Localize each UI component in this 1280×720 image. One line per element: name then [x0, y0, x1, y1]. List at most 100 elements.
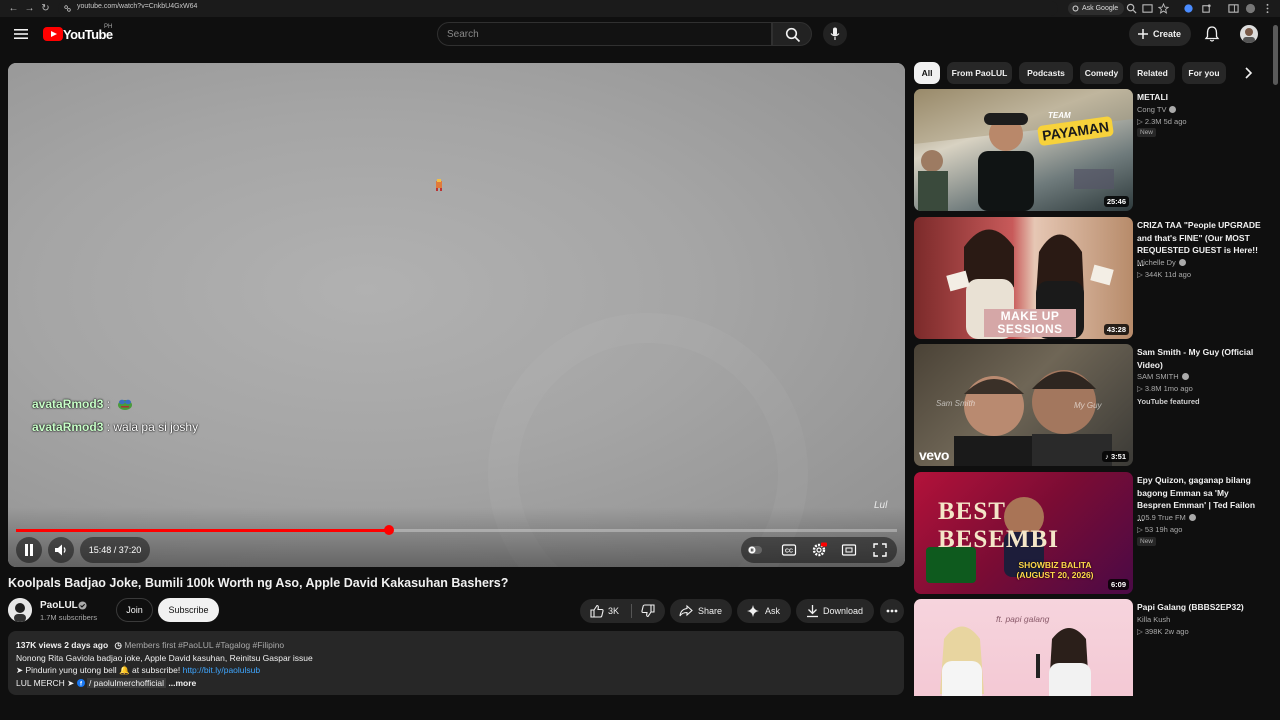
theater-mode-icon[interactable]	[841, 542, 857, 558]
share-icon	[679, 604, 693, 617]
recommendation-item[interactable]: MAKE UP SESSIONS 43:28 CRIZA TAA "People …	[914, 217, 1261, 339]
description-box[interactable]: 137K views 2 days ago ◷ Members first #P…	[8, 631, 904, 695]
thumbs-up-icon	[590, 604, 604, 618]
search-button[interactable]	[772, 22, 812, 46]
recommendation-item[interactable]: Sam Smith My Guy vevo ♪ 3:51 Sam Smith -…	[914, 344, 1259, 466]
recommendation-channel[interactable]: Killa Kush	[1137, 615, 1170, 624]
microphone-icon	[830, 27, 840, 40]
merch-link[interactable]: / paolulmerchofficial	[87, 678, 166, 688]
extension-blue-icon[interactable]	[1183, 3, 1194, 14]
recommendation-title[interactable]: METALI	[1137, 91, 1263, 104]
views-and-date: 137K views 2 days ago	[16, 640, 109, 650]
join-button[interactable]: Join	[116, 598, 153, 622]
chip-all[interactable]: All	[914, 62, 940, 84]
time-display: 15:48 / 37:20	[80, 537, 150, 563]
site-info-icon[interactable]	[64, 5, 71, 12]
create-button[interactable]: Create	[1129, 22, 1192, 46]
chip-related[interactable]: Related	[1130, 62, 1175, 84]
like-button[interactable]: 3K	[580, 599, 631, 623]
notifications-bell-icon[interactable]	[1203, 25, 1221, 43]
chip-podcasts[interactable]: Podcasts	[1019, 62, 1073, 84]
user-avatar[interactable]	[1240, 25, 1258, 43]
recommendation-item[interactable]: ft. papi galang Papi Galang (BBBS2EP32) …	[914, 599, 1259, 696]
captions-icon[interactable]: CC	[781, 542, 797, 558]
recommendation-channel[interactable]: SAM SMITH	[1137, 372, 1189, 381]
zoom-icon[interactable]	[1126, 3, 1137, 14]
vevo-logo: vevo	[919, 447, 949, 463]
chip-comedy[interactable]: Comedy	[1080, 62, 1123, 84]
plus-icon	[1138, 29, 1148, 39]
recommendation-channel[interactable]: Michelle Dy	[1137, 258, 1186, 267]
chip-from-channel[interactable]: From PaoLUL	[947, 62, 1012, 84]
thumbnail-art	[914, 89, 1133, 211]
pepe-emote-icon	[118, 399, 133, 410]
fullscreen-icon[interactable]	[872, 542, 888, 558]
pause-icon	[25, 544, 33, 556]
bookmark-star-icon[interactable]	[1158, 3, 1169, 14]
facebook-icon: f	[76, 679, 85, 687]
video-thumbnail[interactable]: BEST BESEMBI SHOWBIZ BALITA (AUGUST 20, …	[914, 472, 1133, 594]
video-title: Koolpals Badjao Joke, Bumili 100k Worth …	[8, 576, 509, 590]
recommendation-channel[interactable]: Cong TV	[1137, 105, 1177, 114]
like-dislike-group: 3K	[580, 599, 665, 623]
chat-username: avataRmod3	[32, 397, 104, 411]
thumbs-down-icon	[641, 604, 655, 618]
ask-label: Ask	[765, 606, 781, 616]
address-bar[interactable]	[58, 1, 1058, 16]
profile-icon[interactable]	[1245, 3, 1256, 14]
autoplay-toggle-icon[interactable]	[747, 542, 763, 558]
recommendation-title[interactable]: Papi Galang (BBBS2EP32)	[1137, 601, 1259, 614]
subscribe-link[interactable]: http://bit.ly/paolulsub	[183, 665, 261, 675]
recommendation-item[interactable]: BEST BESEMBI SHOWBIZ BALITA (AUGUST 20, …	[914, 472, 1259, 594]
google-lens-icon	[1072, 5, 1079, 12]
sidebar-icon[interactable]	[1228, 3, 1239, 14]
description-text: ➤ Pindurin yung utong bell	[16, 665, 117, 675]
featured-label: YouTube featured	[1137, 397, 1200, 406]
download-button[interactable]: Download	[796, 599, 874, 623]
chip-for-you[interactable]: For you	[1182, 62, 1226, 84]
video-thumbnail[interactable]: TEAM PAYAMAN 25:46	[914, 89, 1133, 211]
mute-button[interactable]	[48, 537, 74, 563]
search-input[interactable]	[447, 26, 757, 42]
new-badge: New	[1137, 128, 1157, 137]
cast-icon[interactable]	[1142, 3, 1153, 14]
dislike-button[interactable]	[632, 599, 665, 623]
video-duration: 25:46	[1103, 196, 1129, 207]
youtube-logo-icon[interactable]	[43, 26, 63, 42]
forward-icon[interactable]: →	[24, 3, 35, 14]
description-tags[interactable]: Members first #PaoLUL #Tagalog #Filipino	[124, 640, 284, 650]
pause-button[interactable]	[16, 537, 42, 563]
video-thumbnail[interactable]: Sam Smith My Guy vevo ♪ 3:51	[914, 344, 1133, 466]
ask-google-button[interactable]: Ask Google	[1068, 2, 1125, 15]
recommendation-meta: ▷ 398K 2w ago	[1137, 627, 1189, 636]
thumbnail-text: ft. papi galang	[996, 614, 1050, 624]
subscribe-button[interactable]: Subscribe	[158, 598, 219, 622]
back-icon[interactable]: ←	[8, 3, 19, 14]
recommendation-meta: ▷ 3.8M 1mo ago	[1137, 384, 1193, 393]
hamburger-menu-icon[interactable]	[12, 25, 30, 43]
more-actions-button[interactable]	[880, 599, 904, 623]
show-more-link[interactable]: ...more	[168, 678, 196, 688]
share-button[interactable]: Share	[670, 599, 732, 623]
ask-button[interactable]: Ask	[737, 599, 791, 623]
verified-badge-icon	[1178, 259, 1186, 266]
channel-avatar[interactable]	[8, 598, 32, 622]
thumbnail-subtext: SHOWBIZ BALITA (AUGUST 20, 2026)	[1016, 560, 1094, 580]
recommendation-title[interactable]: Sam Smith - My Guy (Official Video)	[1137, 346, 1263, 371]
settings-gear-icon[interactable]	[811, 542, 827, 558]
recommendation-item[interactable]: TEAM PAYAMAN 25:46 METALI Cong TV ▷ 2.3M…	[914, 89, 1259, 211]
progress-scrubber[interactable]	[383, 525, 394, 535]
description-line: Nonong Rita Gaviola badjao joke, Apple D…	[16, 653, 313, 663]
channel-name[interactable]: PaoLUL	[40, 600, 78, 611]
chevron-right-icon[interactable]	[1240, 65, 1256, 81]
browser-menu-icon[interactable]	[1262, 3, 1273, 14]
voice-search-button[interactable]	[823, 22, 847, 46]
page-scrollbar[interactable]	[1273, 25, 1278, 85]
recommendation-channel[interactable]: 105.9 True FM	[1137, 513, 1196, 522]
reload-icon[interactable]: ↻	[40, 3, 51, 14]
extensions-puzzle-icon[interactable]	[1201, 3, 1212, 14]
video-player[interactable]: avataRmod3 : avataRmod3 : wala pa si jos…	[8, 63, 905, 567]
video-thumbnail[interactable]: ft. papi galang	[914, 599, 1133, 696]
progress-bar[interactable]	[16, 525, 897, 535]
video-thumbnail[interactable]: MAKE UP SESSIONS 43:28	[914, 217, 1133, 339]
